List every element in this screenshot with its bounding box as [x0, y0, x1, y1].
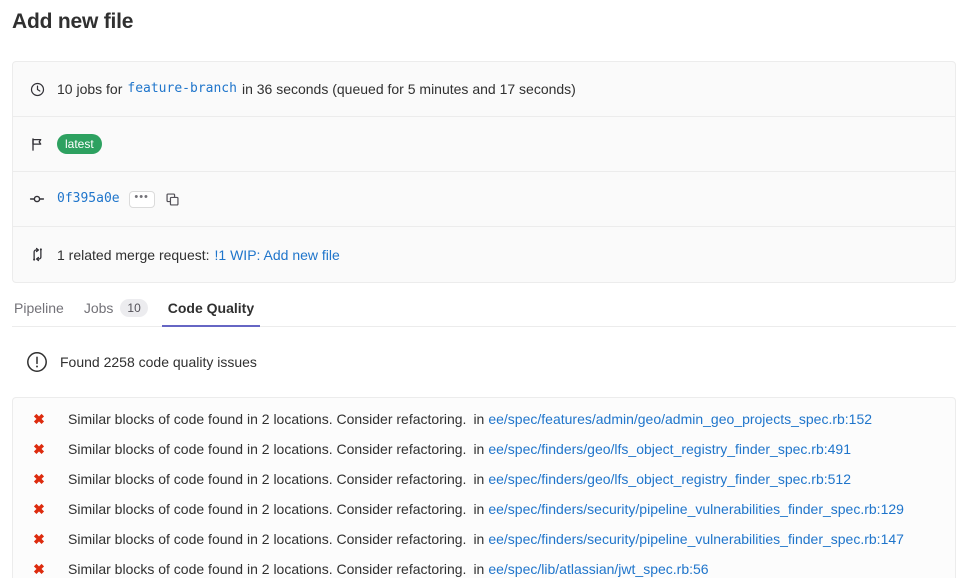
- error-x-icon: ✖: [32, 502, 46, 516]
- latest-badge: latest: [57, 134, 102, 154]
- pipeline-tag-row: latest: [13, 117, 955, 172]
- flag-icon: [29, 136, 45, 152]
- pipeline-code-quality-page: Add new file 10 jobs for feature-branch …: [0, 9, 966, 578]
- tab-code-quality[interactable]: Code Quality: [158, 299, 264, 326]
- tab-jobs[interactable]: Jobs 10: [74, 299, 158, 326]
- clock-icon: [29, 81, 45, 97]
- issue-description: Similar blocks of code found in 2 locati…: [68, 499, 466, 519]
- error-x-icon: ✖: [32, 442, 46, 456]
- merge-request-label: 1 related merge request:: [57, 245, 210, 265]
- error-x-icon: ✖: [32, 472, 46, 486]
- pipeline-jobs-suffix: in 36 seconds (queued for 5 minutes and …: [242, 79, 576, 99]
- merge-request-link[interactable]: !1 WIP: Add new file: [215, 245, 340, 265]
- merge-request-icon: [29, 247, 45, 263]
- commit-sha-link[interactable]: 0f395a0e: [57, 189, 120, 209]
- issue-in-label: in: [473, 439, 484, 459]
- issue-description: Similar blocks of code found in 2 locati…: [68, 439, 466, 459]
- alert-circle-icon: [26, 351, 48, 373]
- issue-in-label: in: [473, 499, 484, 519]
- issue-in-label: in: [473, 529, 484, 549]
- issue-description: Similar blocks of code found in 2 locati…: [68, 409, 466, 429]
- code-quality-summary: Found 2258 code quality issues: [26, 351, 257, 373]
- code-quality-summary-text: Found 2258 code quality issues: [60, 352, 257, 372]
- pipeline-merge-request-row: 1 related merge request: !1 WIP: Add new…: [13, 227, 955, 282]
- table-row[interactable]: ✖ Similar blocks of code found in 2 loca…: [13, 494, 955, 524]
- tab-jobs-label: Jobs: [84, 299, 114, 317]
- commit-icon: [29, 191, 45, 207]
- tab-jobs-count: 10: [120, 299, 147, 317]
- commit-expand-button[interactable]: •••: [129, 191, 155, 208]
- table-row[interactable]: ✖ Similar blocks of code found in 2 loca…: [13, 554, 955, 578]
- issue-in-label: in: [473, 409, 484, 429]
- pipeline-jobs-row: 10 jobs for feature-branch in 36 seconds…: [13, 62, 955, 117]
- issue-file-link[interactable]: ee/spec/finders/geo/lfs_object_registry_…: [488, 469, 851, 489]
- error-x-icon: ✖: [32, 562, 46, 576]
- tab-pipeline[interactable]: Pipeline: [12, 299, 74, 326]
- table-row[interactable]: ✖ Similar blocks of code found in 2 loca…: [13, 464, 955, 494]
- issue-file-link[interactable]: ee/spec/lib/atlassian/jwt_spec.rb:56: [488, 559, 708, 578]
- table-row[interactable]: ✖ Similar blocks of code found in 2 loca…: [13, 524, 955, 554]
- issue-in-label: in: [473, 559, 484, 578]
- issue-file-link[interactable]: ee/spec/finders/geo/lfs_object_registry_…: [488, 439, 851, 459]
- issue-description: Similar blocks of code found in 2 locati…: [68, 469, 466, 489]
- tab-pipeline-label: Pipeline: [14, 299, 64, 317]
- issue-description: Similar blocks of code found in 2 locati…: [68, 529, 466, 549]
- pipeline-tabs: Pipeline Jobs 10 Code Quality: [12, 293, 956, 327]
- issue-file-link[interactable]: ee/spec/features/admin/geo/admin_geo_pro…: [488, 409, 872, 429]
- issue-file-link[interactable]: ee/spec/finders/security/pipeline_vulner…: [488, 499, 904, 519]
- page-title: Add new file: [12, 9, 966, 35]
- tab-code-quality-label: Code Quality: [168, 299, 254, 317]
- issue-description: Similar blocks of code found in 2 locati…: [68, 559, 466, 578]
- table-row[interactable]: ✖ Similar blocks of code found in 2 loca…: [13, 404, 955, 434]
- branch-link[interactable]: feature-branch: [127, 79, 237, 99]
- issue-file-link[interactable]: ee/spec/finders/security/pipeline_vulner…: [488, 529, 904, 549]
- error-x-icon: ✖: [32, 532, 46, 546]
- pipeline-info-card: 10 jobs for feature-branch in 36 seconds…: [12, 61, 956, 283]
- copy-icon[interactable]: [165, 192, 180, 207]
- pipeline-jobs-prefix: 10 jobs for: [57, 79, 122, 99]
- pipeline-commit-row: 0f395a0e •••: [13, 172, 955, 227]
- issue-in-label: in: [473, 469, 484, 489]
- error-x-icon: ✖: [32, 412, 46, 426]
- code-quality-issue-list: ✖ Similar blocks of code found in 2 loca…: [12, 397, 956, 578]
- table-row[interactable]: ✖ Similar blocks of code found in 2 loca…: [13, 434, 955, 464]
